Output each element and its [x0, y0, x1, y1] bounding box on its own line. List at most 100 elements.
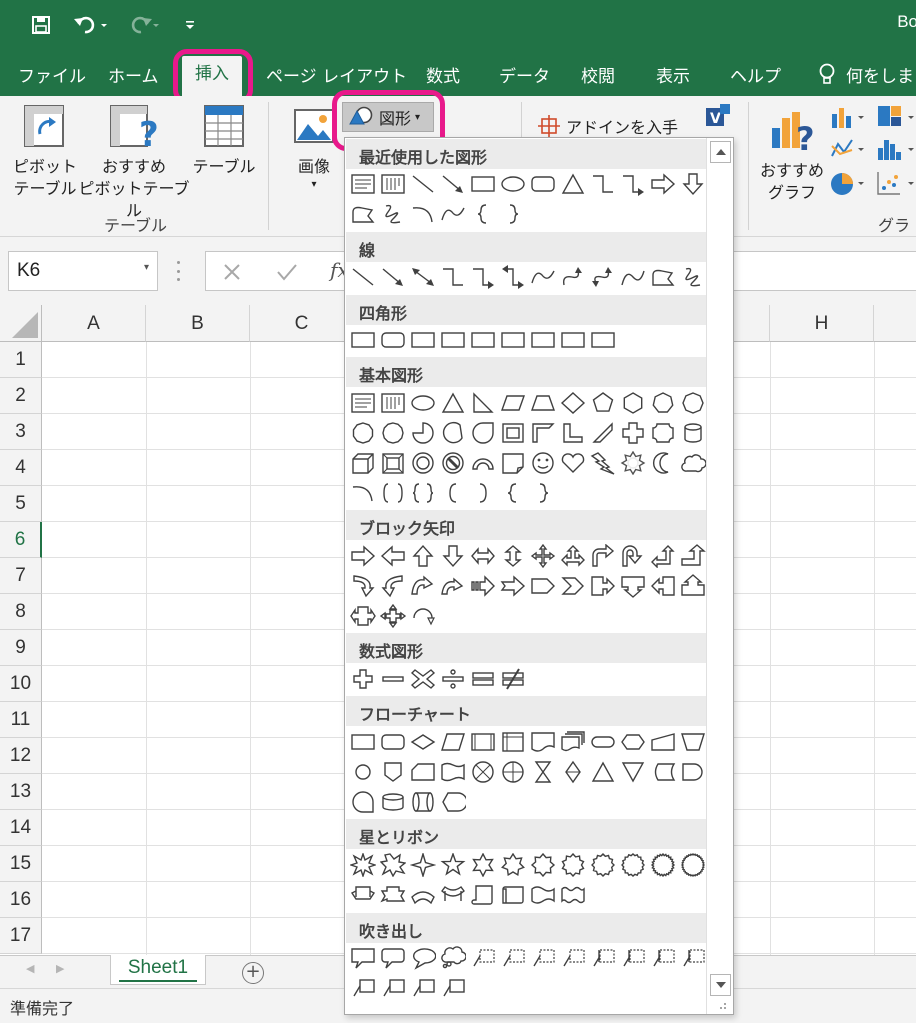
- shape-decagon-icon[interactable]: [349, 419, 377, 447]
- shape-star-12-icon[interactable]: [589, 851, 617, 879]
- shape-curved-double-arrow-icon[interactable]: [589, 263, 617, 291]
- cancel-icon[interactable]: [222, 262, 242, 282]
- shape-internal-storage-icon[interactable]: [499, 728, 527, 756]
- row-header[interactable]: 11: [0, 702, 42, 738]
- next-sheet-icon[interactable]: ▶: [56, 962, 64, 975]
- tab-data[interactable]: データ: [499, 62, 550, 87]
- shape-chord-icon[interactable]: [439, 419, 467, 447]
- shape-manual-input-icon[interactable]: [649, 728, 677, 756]
- shape-curved-ribbon-up-icon[interactable]: [409, 881, 437, 909]
- shape-cloud-icon[interactable]: [679, 449, 707, 477]
- pie-chart-icon[interactable]: [830, 170, 870, 198]
- shape-double-arrow-icon[interactable]: [409, 263, 437, 291]
- shape-snip-same-side-icon[interactable]: [439, 326, 467, 354]
- shape-bevel-icon[interactable]: [379, 449, 407, 477]
- shape-left-arrow-callout-icon[interactable]: [649, 572, 677, 600]
- shape-star-32-icon[interactable]: [679, 851, 707, 879]
- shape-document-icon[interactable]: [529, 728, 557, 756]
- tab-view[interactable]: 表示: [656, 62, 690, 87]
- enter-icon[interactable]: [276, 262, 298, 282]
- shape-not-equal-icon[interactable]: [499, 665, 527, 693]
- shape-star-6-icon[interactable]: [469, 851, 497, 879]
- shape-accent-callout-2-icon[interactable]: [619, 944, 647, 972]
- row-header[interactable]: 13: [0, 774, 42, 810]
- shape-plus-icon[interactable]: [349, 665, 377, 693]
- shape-curved-ribbon-down-icon[interactable]: [439, 881, 467, 909]
- shape-round-diagonal-icon[interactable]: [589, 326, 617, 354]
- row-header[interactable]: 12: [0, 738, 42, 774]
- shape-oval-callout-icon[interactable]: [409, 944, 437, 972]
- shape-oval-icon[interactable]: [409, 389, 437, 417]
- shape-left-arrow-icon[interactable]: [379, 542, 407, 570]
- shape-line-callout-3-icon[interactable]: [529, 944, 557, 972]
- shape-snip-single-icon[interactable]: [409, 326, 437, 354]
- visio-icon[interactable]: V: [706, 104, 732, 130]
- shape-curved-right-arrow-icon[interactable]: [349, 572, 377, 600]
- column-header-i[interactable]: [874, 305, 916, 342]
- shape-border-callout-4-icon[interactable]: [439, 974, 467, 1002]
- shape-arrow-icon[interactable]: [439, 170, 467, 198]
- shape-cube-icon[interactable]: [349, 449, 377, 477]
- shape-rectangle-icon[interactable]: [469, 170, 497, 198]
- shape-summing-junction-icon[interactable]: [469, 758, 497, 786]
- shape-star-8-icon[interactable]: [529, 851, 557, 879]
- shape-left-brace-icon[interactable]: [469, 200, 497, 228]
- shape-snip-diagonal-icon[interactable]: [469, 326, 497, 354]
- shape-round-same-side-icon[interactable]: [559, 326, 587, 354]
- shape-left-bracket-icon[interactable]: [439, 479, 467, 507]
- shape-heart-icon[interactable]: [559, 449, 587, 477]
- shape-l-shape-icon[interactable]: [559, 419, 587, 447]
- shape-sun-icon[interactable]: [619, 449, 647, 477]
- new-sheet-icon[interactable]: +: [242, 962, 264, 984]
- shape-star-16-icon[interactable]: [619, 851, 647, 879]
- shape-decision-icon[interactable]: [409, 728, 437, 756]
- scroll-up-button[interactable]: [710, 141, 731, 163]
- recommended-pivot-button[interactable]: ? おすすめ ピボットテーブル: [78, 104, 190, 222]
- name-box-dropdown-icon[interactable]: ▾: [144, 262, 149, 273]
- row-header[interactable]: 5: [0, 486, 42, 522]
- shape-bent-up-arrow-icon[interactable]: [679, 542, 707, 570]
- shape-curved-up-arrow-icon[interactable]: [409, 572, 437, 600]
- shape-cloud-callout-icon[interactable]: [439, 944, 467, 972]
- resize-grip-icon[interactable]: [717, 1000, 727, 1010]
- shape-pentagon-arrow-icon[interactable]: [529, 572, 557, 600]
- shape-process-icon[interactable]: [349, 728, 377, 756]
- shape-scroll-vertical-icon[interactable]: [469, 881, 497, 909]
- shape-pie-icon[interactable]: [409, 419, 437, 447]
- shape-line-callout-1-icon[interactable]: [469, 944, 497, 972]
- shape-terminator-icon[interactable]: [589, 728, 617, 756]
- shape-elbow-double-arrow-icon[interactable]: [499, 263, 527, 291]
- shape-accent-callout-4-icon[interactable]: [679, 944, 707, 972]
- shape-frame-icon[interactable]: [499, 419, 527, 447]
- shape-elbow-icon[interactable]: [439, 263, 467, 291]
- shape-division-icon[interactable]: [439, 665, 467, 693]
- row-header[interactable]: 6: [0, 522, 42, 558]
- shape-multiply-icon[interactable]: [409, 665, 437, 693]
- shape-predefined-process-icon[interactable]: [469, 728, 497, 756]
- shape-arc-icon[interactable]: [349, 479, 377, 507]
- row-header[interactable]: 8: [0, 594, 42, 630]
- shape-teardrop-icon[interactable]: [469, 419, 497, 447]
- shape-line-callout-2-icon[interactable]: [499, 944, 527, 972]
- shape-freeform-icon[interactable]: [649, 263, 677, 291]
- shape-stored-data-icon[interactable]: [649, 758, 677, 786]
- shape-right-triangle-icon[interactable]: [469, 389, 497, 417]
- shape-elbow-arrow-icon[interactable]: [469, 263, 497, 291]
- shape-plaque-icon[interactable]: [649, 419, 677, 447]
- column-header-c[interactable]: C: [250, 305, 354, 342]
- shape-double-brace-icon[interactable]: [409, 479, 437, 507]
- shape-elbow-connector-icon[interactable]: [589, 170, 617, 198]
- shape-ribbon-up-icon[interactable]: [349, 881, 377, 909]
- shape-rectangle-icon[interactable]: [349, 326, 377, 354]
- shape-down-arrow-callout-icon[interactable]: [619, 572, 647, 600]
- shape-alternate-process-icon[interactable]: [379, 728, 407, 756]
- row-header[interactable]: 2: [0, 378, 42, 414]
- shape-curved-left-arrow-icon[interactable]: [379, 572, 407, 600]
- shape-rounded-rectangle-icon[interactable]: [529, 170, 557, 198]
- shape-moon-icon[interactable]: [649, 449, 677, 477]
- shape-text-box-icon[interactable]: [349, 389, 377, 417]
- shape-right-bracket-icon[interactable]: [469, 479, 497, 507]
- shape-double-wave-icon[interactable]: [559, 881, 587, 909]
- hierarchy-chart-icon[interactable]: [876, 104, 916, 132]
- tell-me-box[interactable]: 何をしま: [818, 62, 914, 87]
